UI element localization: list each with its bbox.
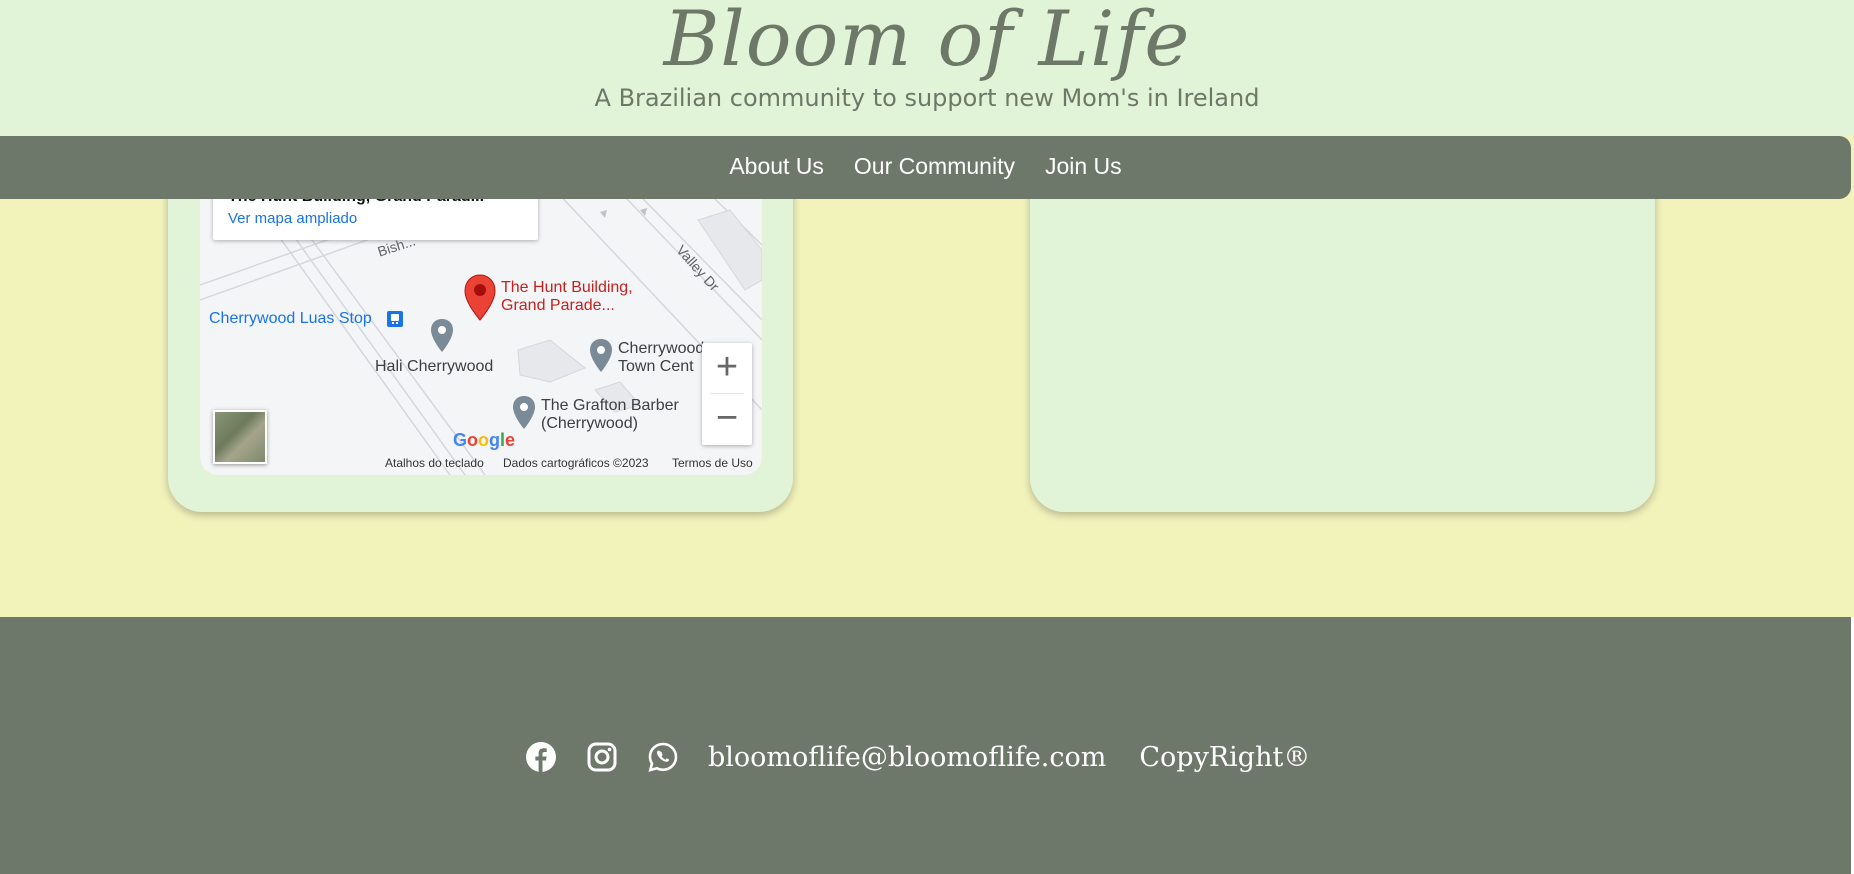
grey-pin-icon[interactable] [430, 318, 454, 354]
map-data-attribution: Dados cartográficos ©2023 [503, 456, 649, 470]
hali-cherrywood-label[interactable]: Hali Cherrywood [375, 358, 493, 376]
pin-label-line2: Grand Parade... [501, 297, 615, 314]
tram-icon [387, 311, 403, 327]
info-card [1030, 150, 1655, 512]
contact-email-link[interactable]: bloomoflife@bloomoflife.com [708, 742, 1106, 773]
zoom-out-button[interactable]: − [702, 394, 752, 444]
copyright-text: CopyRight® [1139, 741, 1311, 773]
site-footer: bloomoflife@bloomoflife.com CopyRight® [0, 617, 1851, 874]
pin-label-line1: The Hunt Building, [501, 279, 633, 296]
main-navigation: About Us Our Community Join Us [0, 136, 1851, 199]
luas-stop-label[interactable]: Cherrywood Luas Stop [209, 310, 372, 328]
barber-label-line2: (Cherrywood) [541, 415, 638, 432]
view-larger-map-link[interactable]: Ver mapa ampliado [228, 210, 357, 227]
site-header: Bloom of Life A Brazilian community to s… [0, 0, 1854, 136]
grey-pin-icon[interactable] [589, 338, 613, 374]
keyboard-shortcuts-link[interactable]: Atalhos do teclado [385, 456, 484, 470]
nav-join-us[interactable]: Join Us [1045, 153, 1122, 180]
site-tagline: A Brazilian community to support new Mom… [594, 84, 1260, 112]
grey-pin-icon[interactable] [512, 395, 536, 431]
town-centre-label-line2: Town Cent [618, 358, 694, 375]
google-logo: Google [453, 430, 516, 450]
zoom-in-button[interactable]: + [702, 343, 752, 393]
whatsapp-icon[interactable] [647, 741, 679, 773]
nav-about-us[interactable]: About Us [729, 153, 824, 180]
terms-of-use-link[interactable]: Termos de Uso [672, 456, 753, 470]
nav-our-community[interactable]: Our Community [854, 153, 1015, 180]
zoom-controls: + − [702, 343, 752, 445]
facebook-icon[interactable] [525, 741, 557, 773]
site-title[interactable]: Bloom of Life [0, 0, 1854, 83]
barber-label-line1: The Grafton Barber [541, 397, 679, 414]
location-pin-icon[interactable] [464, 274, 496, 322]
town-centre-label-line1: Cherrywood [618, 340, 705, 357]
instagram-icon[interactable] [586, 741, 618, 773]
satellite-toggle-button[interactable] [213, 410, 267, 464]
